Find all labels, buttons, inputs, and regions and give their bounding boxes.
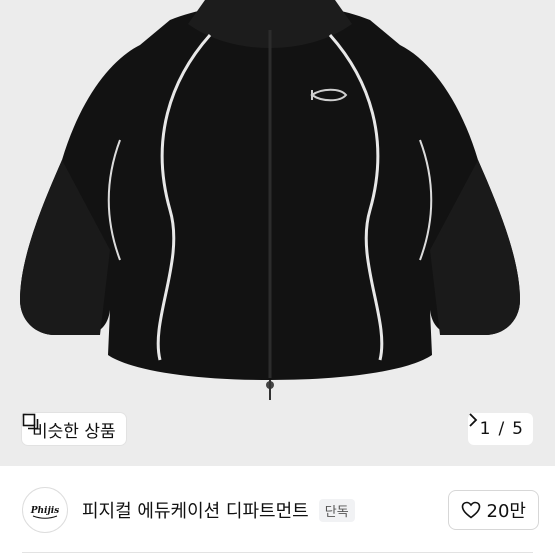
store-row[interactable]: Phijis 피지컬 에듀케이션 디파트먼트 단독 20만	[0, 466, 555, 554]
similar-products-button[interactable]: 비슷한 상품	[22, 413, 126, 445]
store-name[interactable]: 피지컬 에듀케이션 디파트먼트	[82, 497, 309, 523]
exclusive-badge: 단독	[318, 498, 355, 522]
image-pager[interactable]: 1 / 5	[467, 413, 533, 445]
copy-icon	[22, 413, 39, 430]
like-count: 20만	[486, 501, 526, 522]
pager-current: 1	[479, 419, 491, 439]
store-logo-text: Phijis	[30, 506, 59, 516]
product-image[interactable]: 비슷한 상품 1 / 5	[0, 0, 555, 466]
similar-products-label: 비슷한 상품	[32, 421, 116, 442]
pager-separator: /	[498, 419, 505, 439]
chevron-right-icon	[468, 413, 477, 427]
store-logo-mark: Phijis	[30, 506, 59, 519]
jacket-illustration	[20, 0, 520, 400]
pager-total: 5	[512, 419, 523, 439]
heart-outline-icon	[461, 501, 480, 519]
store-logo[interactable]: Phijis	[22, 487, 68, 533]
like-button[interactable]: 20만	[447, 490, 539, 530]
divider	[22, 552, 533, 553]
